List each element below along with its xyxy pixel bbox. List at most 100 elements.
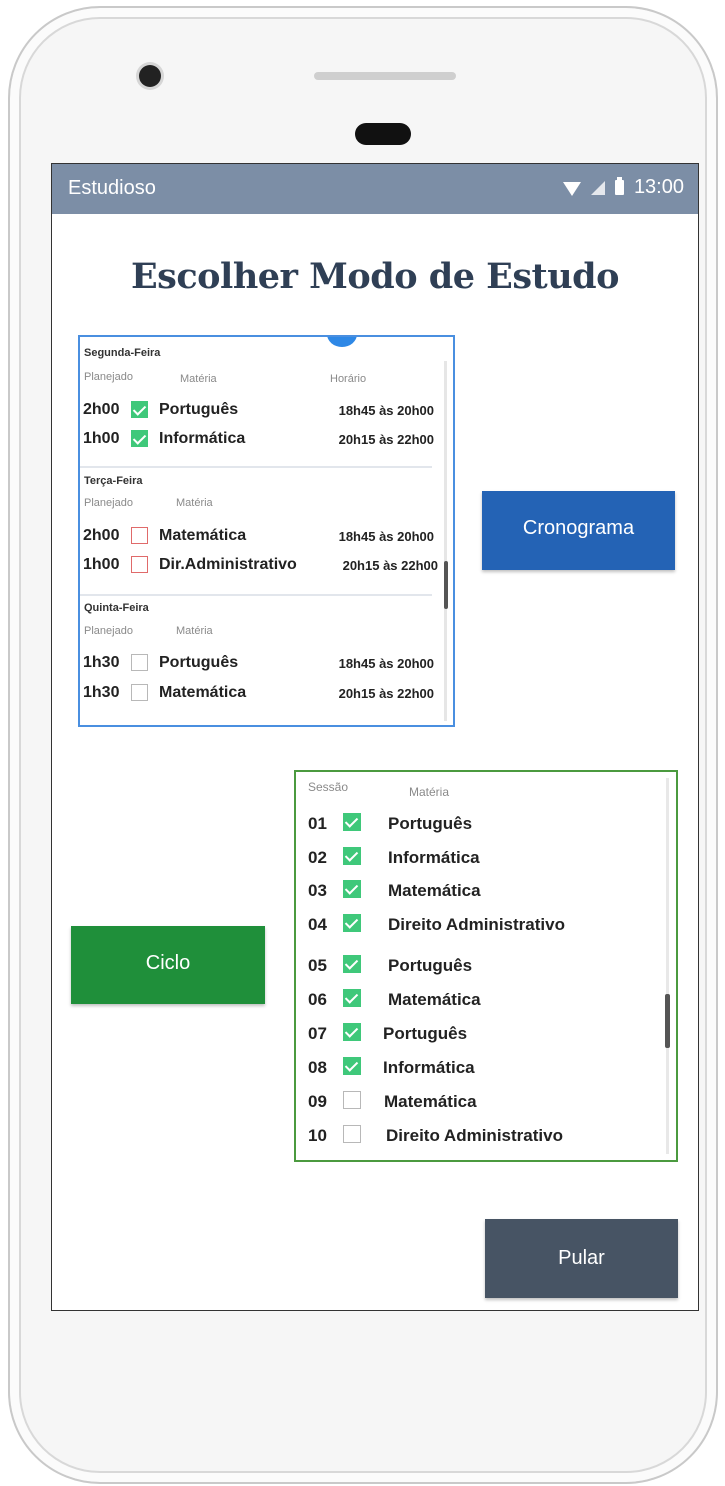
planned-duration: 1h30 xyxy=(83,684,120,701)
column-subject: Matéria xyxy=(409,785,450,799)
unchecked-box-icon[interactable] xyxy=(343,1125,361,1143)
planned-duration: 1h00 xyxy=(83,556,120,573)
subject-name: Matemática xyxy=(159,684,247,701)
unchecked-box-icon[interactable] xyxy=(343,1091,361,1109)
divider xyxy=(80,594,432,596)
column-subject: Matéria xyxy=(176,497,213,509)
session-number: 02 xyxy=(308,848,327,867)
status-time: 13:00 xyxy=(633,176,684,198)
status-icons: 13:00 xyxy=(562,176,684,199)
check-icon[interactable] xyxy=(343,914,361,932)
subject-name: Português xyxy=(159,401,239,418)
schedule-row[interactable]: 1h00 Dir.Administrativo 20h15 às 22h00 xyxy=(83,554,438,580)
column-planned: Planejado xyxy=(84,497,133,509)
check-icon[interactable] xyxy=(343,847,361,865)
cycle-row[interactable]: 03 Matemática xyxy=(308,877,658,905)
session-number: 03 xyxy=(308,881,327,900)
session-number: 01 xyxy=(308,814,327,833)
cycle-row[interactable]: 01 Português xyxy=(308,810,658,838)
check-icon[interactable] xyxy=(343,813,361,831)
subject-name: Matemática xyxy=(384,1092,477,1111)
schedule-scrollbar[interactable] xyxy=(444,561,448,609)
subject-name: Informática xyxy=(383,1058,475,1077)
cycle-row[interactable]: 05 Português xyxy=(308,952,658,980)
wifi-icon xyxy=(562,181,581,196)
cycle-row[interactable]: 08 Informática xyxy=(308,1054,658,1082)
cycle-row[interactable]: 06 Matemática xyxy=(308,986,658,1014)
cycle-row[interactable]: 09 Matemática xyxy=(308,1088,658,1116)
subject-name: Informática xyxy=(159,430,246,447)
planned-duration: 1h00 xyxy=(83,430,120,447)
day-title-tuesday: Terça-Feira xyxy=(84,475,143,487)
schedule-row[interactable]: 1h30 Matemática 20h15 às 22h00 xyxy=(83,682,438,708)
planned-duration: 2h00 xyxy=(83,401,120,418)
time-range: 18h45 às 20h00 xyxy=(338,403,434,418)
session-number: 04 xyxy=(308,915,327,934)
planned-duration: 2h00 xyxy=(83,527,120,544)
cycle-row[interactable]: 04 Direito Administrativo xyxy=(308,911,658,939)
check-icon[interactable] xyxy=(343,989,361,1007)
unchecked-box-icon[interactable] xyxy=(131,654,148,671)
day-title-monday: Segunda-Feira xyxy=(84,347,161,359)
column-session: Sessão xyxy=(308,780,349,794)
check-icon[interactable] xyxy=(343,1023,361,1041)
front-camera xyxy=(139,65,161,87)
weekly-schedule-card[interactable]: Segunda-Feira Planejado Matéria Horário … xyxy=(78,335,455,727)
column-planned: Planejado xyxy=(84,625,133,637)
column-planned: Planejado xyxy=(84,371,133,383)
cycle-row[interactable]: 07 Português xyxy=(308,1020,658,1048)
column-subject: Matéria xyxy=(176,625,213,637)
subject-name: Direito Administrativo xyxy=(386,1126,563,1145)
subject-name: Português xyxy=(388,814,473,833)
subject-name: Português xyxy=(383,1024,468,1043)
schedule-row[interactable]: 1h00 Informática 20h15 às 22h00 xyxy=(83,428,438,454)
session-number: 07 xyxy=(308,1024,327,1043)
column-time: Horário xyxy=(330,373,367,385)
proximity-sensor xyxy=(355,123,411,145)
time-range: 20h15 às 22h00 xyxy=(338,432,434,447)
subject-name: Matemática xyxy=(388,990,481,1009)
time-range: 20h15 às 22h00 xyxy=(338,686,434,701)
status-bar: Estudioso 13:00 xyxy=(52,164,698,214)
session-number: 06 xyxy=(308,990,327,1009)
time-range: 20h15 às 22h00 xyxy=(342,558,438,573)
subject-name: Português xyxy=(388,956,473,975)
column-subject: Matéria xyxy=(180,373,217,385)
schedule-row[interactable]: 2h00 Português 18h45 às 20h00 xyxy=(83,399,438,425)
schedule-row[interactable]: 2h00 Matemática 18h45 às 20h00 xyxy=(83,525,438,551)
subject-name: Matemática xyxy=(388,881,481,900)
unchecked-box-icon[interactable] xyxy=(131,556,148,573)
subject-name: Português xyxy=(159,654,239,671)
cycle-row[interactable]: 02 Informática xyxy=(308,844,658,872)
check-icon[interactable] xyxy=(131,401,148,418)
schedule-scroll-track[interactable] xyxy=(444,361,447,721)
check-icon[interactable] xyxy=(343,880,361,898)
session-number: 08 xyxy=(308,1058,327,1077)
page-title: Escolher Modo de Estudo xyxy=(130,256,620,297)
subject-name: Dir.Administrativo xyxy=(159,556,297,573)
check-icon[interactable] xyxy=(343,1057,361,1075)
drag-handle-icon[interactable] xyxy=(327,337,357,347)
pular-button[interactable]: Pular xyxy=(485,1219,678,1298)
subject-name: Matemática xyxy=(159,527,247,544)
day-title-thursday: Quinta-Feira xyxy=(84,602,149,614)
unchecked-box-icon[interactable] xyxy=(131,684,148,701)
unchecked-box-icon[interactable] xyxy=(131,527,148,544)
planned-duration: 1h30 xyxy=(83,654,120,671)
cycle-scrollbar[interactable] xyxy=(665,994,670,1048)
cronograma-button[interactable]: Cronograma xyxy=(482,491,675,570)
check-icon[interactable] xyxy=(131,430,148,447)
study-cycle-card[interactable]: Sessão Matéria 01 Português 02 Informáti… xyxy=(294,770,678,1162)
earpiece-speaker xyxy=(314,72,456,80)
battery-icon xyxy=(614,177,624,195)
time-range: 18h45 às 20h00 xyxy=(338,656,434,671)
cycle-scroll-track[interactable] xyxy=(666,778,669,1154)
check-icon[interactable] xyxy=(343,955,361,973)
schedule-row[interactable]: 1h30 Português 18h45 às 20h00 xyxy=(83,652,438,678)
session-number: 09 xyxy=(308,1092,327,1111)
ciclo-button[interactable]: Ciclo xyxy=(71,926,265,1004)
session-number: 10 xyxy=(308,1126,327,1145)
session-number: 05 xyxy=(308,956,327,975)
cycle-row[interactable]: 10 Direito Administrativo xyxy=(308,1122,658,1150)
subject-name: Direito Administrativo xyxy=(388,915,565,934)
